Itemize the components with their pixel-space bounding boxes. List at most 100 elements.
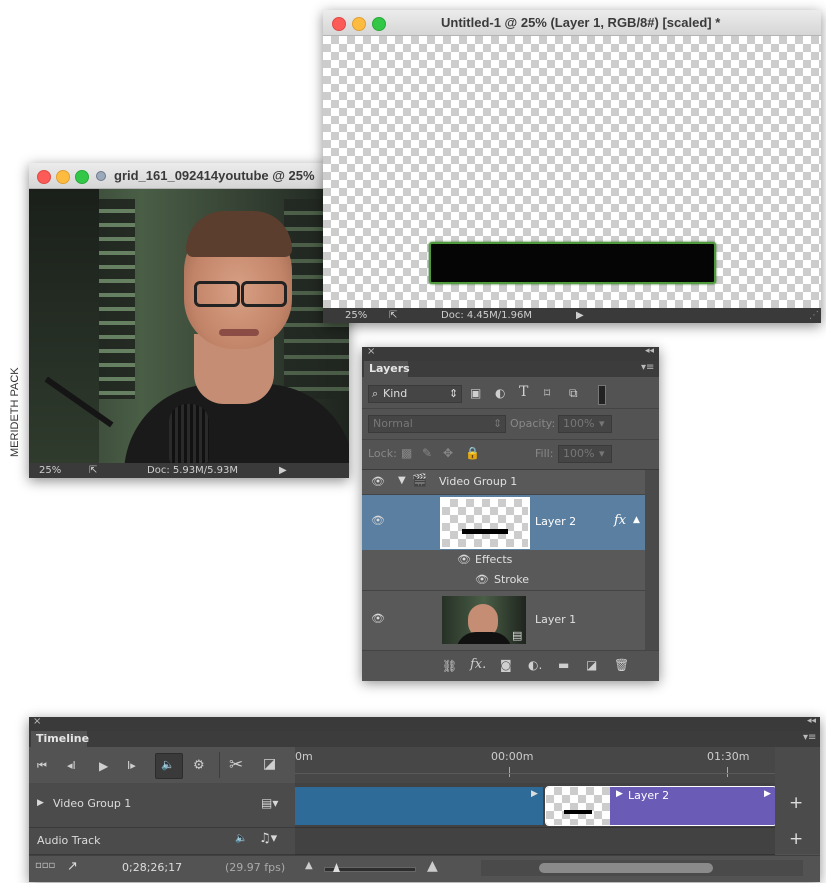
trash-icon[interactable]: 🗑 bbox=[614, 658, 629, 672]
share-icon[interactable]: ⇱ bbox=[389, 310, 397, 321]
layer-row-layer-2[interactable]: 👁 Layer 2 fx ▲ bbox=[362, 495, 645, 550]
tab-layers[interactable]: Layers bbox=[364, 361, 410, 377]
filter-toggle[interactable] bbox=[598, 385, 606, 405]
resize-grip-icon[interactable]: ⋰ bbox=[809, 310, 819, 321]
visibility-eye-icon[interactable]: 👁 bbox=[457, 553, 471, 566]
go-to-first-frame-icon[interactable]: ⏮ bbox=[37, 759, 47, 773]
lock-all-icon[interactable]: 🔒 bbox=[465, 446, 480, 460]
layers-scrollbar[interactable] bbox=[645, 470, 659, 650]
current-timecode[interactable]: 0;28;26;17 bbox=[122, 861, 182, 874]
zoom-readout[interactable]: 25% bbox=[39, 465, 61, 476]
close-icon[interactable]: × bbox=[33, 716, 41, 727]
new-adjustment-icon[interactable]: ◐. bbox=[528, 658, 542, 672]
layer-row-layer-1[interactable]: 👁 ▤ Layer 1 bbox=[362, 591, 645, 649]
video-track-area[interactable]: ▶ ▶ Layer 2 ▶ bbox=[295, 783, 777, 828]
audio-track-area[interactable] bbox=[295, 828, 775, 855]
disclosure-triangle-icon[interactable]: ▼ bbox=[398, 475, 406, 486]
scrollbar-thumb[interactable] bbox=[539, 863, 713, 873]
status-arrow-icon[interactable]: ▶ bbox=[576, 310, 584, 321]
transition-icon[interactable]: ◪ bbox=[263, 756, 276, 772]
play-icon[interactable]: ▶ bbox=[99, 759, 108, 773]
minimize-button[interactable] bbox=[56, 170, 70, 184]
black-bar-shape[interactable] bbox=[429, 242, 716, 284]
zoom-out-icon[interactable]: ▲ bbox=[305, 860, 313, 871]
doc-size: Doc: 4.45M/1.96M bbox=[441, 310, 533, 321]
clip-arrow-icon[interactable]: ▶ bbox=[764, 789, 771, 799]
visibility-eye-icon[interactable]: 👁 bbox=[371, 475, 385, 488]
smart-object-filter-icon[interactable]: ⧉ bbox=[569, 386, 578, 401]
add-media-button[interactable]: + bbox=[789, 793, 803, 813]
blend-mode-select[interactable]: Normal ⇕ bbox=[368, 415, 506, 433]
speaker-icon[interactable]: 🔈 bbox=[235, 833, 247, 844]
layers-panel[interactable]: × ◂◂ Layers ▾≡ ⌕ Kind ⇕ ▣ ◐ T ⌑ ⧉ Normal… bbox=[362, 346, 659, 681]
tab-timeline[interactable]: Timeline bbox=[31, 731, 89, 747]
convert-frames-icon[interactable]: ▫▫▫ bbox=[35, 860, 55, 871]
adjustment-filter-icon[interactable]: ◐ bbox=[495, 386, 505, 400]
zoom-in-icon[interactable]: ▲ bbox=[427, 858, 438, 874]
timeline-panel[interactable]: × ◂◂ Timeline ▾≡ ⏮ ◂Ι ▶ Ι▸ 🔈 ⚙ ✂ ◪ 0m 00… bbox=[29, 716, 820, 882]
settings-gear-icon[interactable]: ⚙ bbox=[193, 758, 205, 773]
film-strip-icon[interactable]: ▤▾ bbox=[261, 796, 278, 810]
document-icon bbox=[96, 171, 106, 181]
shape-filter-icon[interactable]: ⌑ bbox=[544, 386, 550, 400]
zoom-readout[interactable]: 25% bbox=[345, 310, 367, 321]
video-document-window[interactable]: grid_161_092414youtube @ 25% 25% ⇱ Doc: … bbox=[29, 163, 349, 478]
status-arrow-icon[interactable]: ▶ bbox=[279, 465, 287, 476]
visibility-eye-icon[interactable]: 👁 bbox=[371, 612, 385, 625]
close-button[interactable] bbox=[332, 17, 346, 31]
new-layer-icon[interactable]: ◪ bbox=[586, 658, 597, 672]
track-header-audio[interactable]: Audio Track 🔈 ♫▾ bbox=[29, 828, 295, 855]
disclosure-triangle-icon[interactable]: ▶ bbox=[37, 798, 44, 808]
zoom-button[interactable] bbox=[75, 170, 89, 184]
add-mask-icon[interactable]: ◙ bbox=[500, 658, 512, 672]
layer-row-video-group[interactable]: 👁 ▼ 🎬 Video Group 1 bbox=[362, 470, 645, 495]
stroke-row[interactable]: 👁 Stroke bbox=[362, 570, 645, 591]
panel-menu-icon[interactable]: ▾≡ bbox=[803, 732, 816, 743]
clip-arrow-icon[interactable]: ▶ bbox=[616, 789, 623, 799]
render-arrow-icon[interactable]: ↗ bbox=[67, 859, 78, 874]
next-frame-icon[interactable]: Ι▸ bbox=[127, 759, 136, 772]
panel-menu-icon[interactable]: ▾≡ bbox=[641, 362, 654, 373]
effects-row[interactable]: 👁 Effects bbox=[362, 550, 645, 570]
visibility-eye-icon[interactable]: 👁 bbox=[371, 514, 385, 527]
fx-badge[interactable]: fx bbox=[614, 513, 626, 528]
add-audio-button[interactable]: + bbox=[789, 829, 803, 849]
fill-field[interactable]: 100% ▾ bbox=[558, 445, 612, 463]
zoom-slider-thumb[interactable] bbox=[333, 863, 340, 872]
video-window-titlebar[interactable]: grid_161_092414youtube @ 25% bbox=[29, 163, 349, 189]
horizontal-scrollbar[interactable] bbox=[481, 860, 803, 876]
clip-layer-1[interactable]: ▶ bbox=[295, 787, 543, 825]
music-note-icon[interactable]: ♫▾ bbox=[259, 831, 277, 846]
time-ruler[interactable]: 0m 00:00m 01:30m bbox=[295, 747, 775, 784]
collapse-icon[interactable]: ◂◂ bbox=[645, 346, 654, 356]
close-icon[interactable]: × bbox=[367, 346, 375, 357]
link-layers-icon[interactable]: ⛓ bbox=[442, 659, 457, 673]
visibility-eye-icon[interactable]: 👁 bbox=[475, 573, 489, 586]
lock-transparency-icon[interactable]: ▩ bbox=[401, 446, 412, 460]
add-style-icon[interactable]: fx. bbox=[470, 657, 486, 672]
pixel-filter-icon[interactable]: ▣ bbox=[470, 386, 481, 400]
new-group-icon[interactable]: ▬ bbox=[558, 658, 569, 672]
collapse-icon[interactable]: ◂◂ bbox=[807, 716, 816, 726]
clip-arrow-icon[interactable]: ▶ bbox=[531, 789, 538, 799]
share-icon[interactable]: ⇱ bbox=[89, 465, 97, 476]
kind-filter-select[interactable]: ⌕ Kind ⇕ bbox=[368, 385, 462, 403]
zoom-button[interactable] bbox=[372, 17, 386, 31]
untitled-window-titlebar[interactable]: Untitled-1 @ 25% (Layer 1, RGB/8#) [scal… bbox=[323, 10, 821, 36]
close-button[interactable] bbox=[37, 170, 51, 184]
zoom-slider[interactable] bbox=[324, 863, 416, 872]
previous-frame-icon[interactable]: ◂Ι bbox=[67, 759, 76, 772]
clip-layer-2[interactable]: ▶ Layer 2 ▶ bbox=[545, 786, 777, 826]
minimize-button[interactable] bbox=[352, 17, 366, 31]
mute-audio-button[interactable]: 🔈 bbox=[155, 753, 183, 779]
chevron-up-icon[interactable]: ▲ bbox=[633, 515, 640, 525]
opacity-label: Opacity: bbox=[510, 417, 556, 430]
track-header-video-group[interactable]: ▶ Video Group 1 ▤▾ bbox=[29, 783, 295, 828]
untitled-document-window[interactable]: Untitled-1 @ 25% (Layer 1, RGB/8#) [scal… bbox=[323, 10, 821, 323]
split-scissors-icon[interactable]: ✂ bbox=[229, 755, 243, 775]
type-filter-icon[interactable]: T bbox=[519, 384, 528, 400]
opacity-field[interactable]: 100% ▾ bbox=[558, 415, 612, 433]
lock-pixels-icon[interactable]: ✎ bbox=[422, 446, 432, 460]
lock-position-icon[interactable]: ✥ bbox=[443, 446, 453, 460]
transparent-canvas[interactable] bbox=[323, 36, 821, 308]
